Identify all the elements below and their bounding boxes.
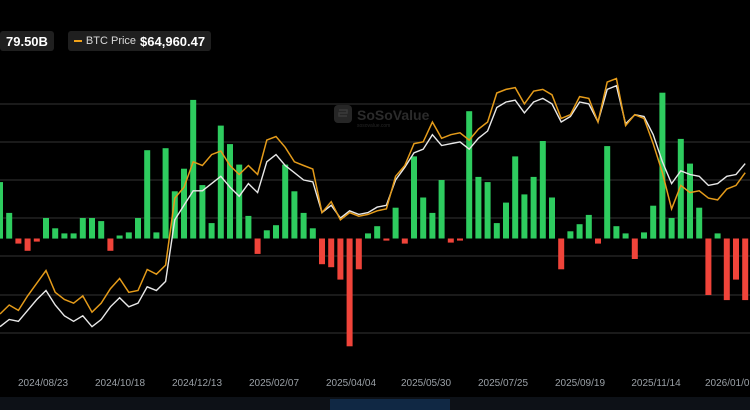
flow-bar <box>70 233 77 239</box>
flow-bar <box>576 224 583 239</box>
flow-bar <box>742 238 749 301</box>
flow-bar <box>6 212 13 239</box>
flow-bar <box>401 238 408 244</box>
x-axis-ticks: 2024/08/23 2024/10/18 2024/12/13 2025/02/07… <box>18 378 750 389</box>
grid-lines <box>0 103 750 334</box>
flow-bar <box>0 182 3 239</box>
flow-bar <box>650 205 657 239</box>
flow-bar <box>429 212 436 239</box>
flow-bar <box>355 238 362 270</box>
flow-bar <box>503 202 509 239</box>
x-tick-label: 2025/02/07 <box>249 378 299 389</box>
flow-bar <box>595 238 601 244</box>
navigator-handle[interactable] <box>330 399 450 410</box>
flow-bar <box>98 221 105 239</box>
flow-bar <box>254 238 261 254</box>
flow-bar <box>641 232 647 239</box>
flow-bar <box>438 180 445 239</box>
flow-bar <box>153 232 160 239</box>
flow-bar <box>512 156 519 239</box>
flow-bar <box>567 231 574 239</box>
flow-bar <box>107 238 114 251</box>
flow-bar <box>668 218 675 239</box>
flow-bar <box>309 228 316 239</box>
x-tick-label: 2024/10/18 <box>95 378 145 389</box>
flow-bar <box>447 238 454 243</box>
flow-bar <box>457 238 463 241</box>
sosovalue-logo-icon <box>334 105 352 123</box>
flow-bar <box>346 238 353 347</box>
flow-bar <box>181 168 187 239</box>
x-tick-label: 2025/04/04 <box>326 378 376 389</box>
flow-bar <box>319 238 325 265</box>
x-tick-label: 2025/11/14 <box>631 378 681 389</box>
flow-bar <box>631 238 638 259</box>
flow-bar <box>585 214 592 239</box>
x-tick-label: 2024/08/23 <box>18 378 68 389</box>
x-tick-label: 2025/07/25 <box>478 378 528 389</box>
flow-bar <box>263 230 270 239</box>
watermark-sub: sosovalue.com <box>357 123 390 129</box>
x-tick-label: 2026/01/09 <box>705 378 750 389</box>
flow-bar <box>723 238 730 301</box>
flow-bar <box>521 194 528 239</box>
flow-bar <box>217 125 224 239</box>
flow-bar <box>604 146 611 239</box>
flow-bar <box>622 233 629 239</box>
flow-bar <box>24 238 31 251</box>
flow-bar <box>300 212 307 239</box>
flow-bar <box>273 225 279 239</box>
flow-bar <box>466 111 473 239</box>
watermark: SoSoValue sosovalue.com <box>334 105 430 129</box>
flow-bar <box>61 233 68 239</box>
flow-bar <box>282 164 289 239</box>
flow-bar <box>493 223 500 239</box>
flow-bar <box>89 218 95 239</box>
flow-bar <box>227 144 233 239</box>
flow-bar <box>162 148 169 239</box>
flow-bar <box>135 218 141 239</box>
flow-bar <box>15 238 22 244</box>
flow-bar <box>245 215 252 239</box>
flow-bar <box>714 233 721 239</box>
flow-bar <box>411 156 417 239</box>
flow-bars <box>0 92 749 347</box>
flow-bar <box>677 138 684 239</box>
flow-bar <box>613 226 620 239</box>
flow-bar <box>420 197 427 239</box>
flow-bar <box>79 218 86 239</box>
flow-bar <box>383 238 390 241</box>
flow-bar <box>530 176 537 239</box>
flow-bar <box>484 182 491 239</box>
flow-bar <box>733 238 739 280</box>
flow-bar <box>291 191 298 239</box>
flow-bar <box>199 185 206 239</box>
flow-bar <box>549 197 555 239</box>
flow-bar <box>43 218 49 239</box>
flow-bar <box>392 207 399 239</box>
flow-bar <box>539 141 546 239</box>
x-tick-label: 2024/12/13 <box>172 378 222 389</box>
flow-bar <box>208 223 215 239</box>
range-navigator[interactable] <box>0 397 750 410</box>
etf-flow-chart[interactable]: SoSoValue sosovalue.com 2024/08/23 2024/1… <box>0 0 750 410</box>
flow-bar <box>236 164 243 239</box>
flow-bar <box>116 235 123 239</box>
flow-bar <box>33 238 40 242</box>
x-tick-label: 2025/05/30 <box>401 378 451 389</box>
x-tick-label: 2025/09/19 <box>555 378 605 389</box>
flow-bar <box>475 176 482 239</box>
flow-bar <box>52 228 59 239</box>
flow-bar <box>374 226 381 239</box>
flow-bar <box>125 232 132 239</box>
flow-bar <box>365 233 371 239</box>
flow-bar <box>337 238 344 280</box>
flow-bar <box>558 238 565 270</box>
watermark-brand: SoSoValue <box>357 107 430 123</box>
flow-bar <box>328 238 335 268</box>
flow-bar <box>705 238 712 295</box>
flow-bar <box>144 150 151 239</box>
flow-bar <box>696 207 703 239</box>
